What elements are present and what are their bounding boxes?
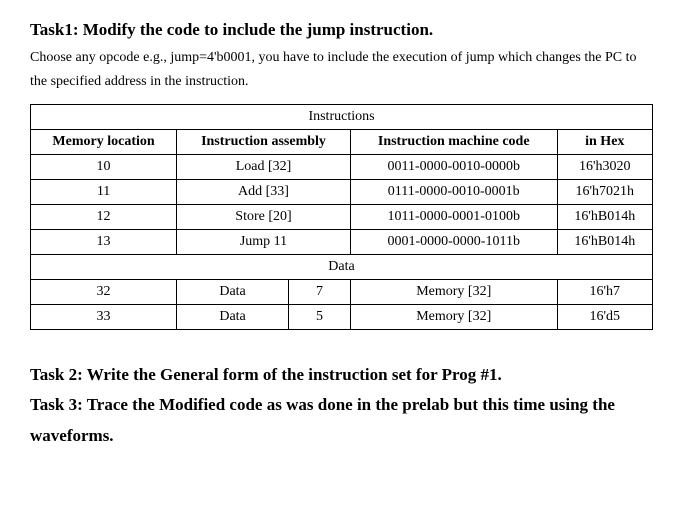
instruction-table: Instructions Memory location Instruction…: [30, 104, 653, 330]
cell-inhex: 16'hB014h: [557, 204, 652, 229]
cell-assembly: Load [32]: [177, 154, 351, 179]
cell-memloc: 11: [31, 179, 177, 204]
cell-value: 5: [289, 304, 351, 329]
cell-value: 7: [289, 279, 351, 304]
cell-memloc: 12: [31, 204, 177, 229]
table-row: 12 Store [20] 1011-0000-0001-0100b 16'hB…: [31, 204, 653, 229]
instructions-section-header: Instructions: [31, 104, 653, 129]
cell-desc: Memory [32]: [350, 304, 557, 329]
header-machinecode: Instruction machine code: [350, 129, 557, 154]
cell-memloc: 32: [31, 279, 177, 304]
task3-heading: Task 3: Trace the Modified code as was d…: [30, 390, 653, 451]
cell-inhex: 16'h7021h: [557, 179, 652, 204]
header-inhex: in Hex: [557, 129, 652, 154]
cell-machinecode: 1011-0000-0001-0100b: [350, 204, 557, 229]
table-row: 32 Data 7 Memory [32] 16'h7: [31, 279, 653, 304]
cell-label: Data: [177, 279, 289, 304]
cell-inhex: 16'h7: [557, 279, 652, 304]
data-section-header: Data: [31, 254, 653, 279]
cell-desc: Memory [32]: [350, 279, 557, 304]
task1-paragraph: Choose any opcode e.g., jump=4'b0001, yo…: [30, 46, 653, 94]
cell-memloc: 33: [31, 304, 177, 329]
cell-memloc: 10: [31, 154, 177, 179]
cell-machinecode: 0011-0000-0010-0000b: [350, 154, 557, 179]
cell-inhex: 16'hB014h: [557, 229, 652, 254]
task2-heading: Task 2: Write the General form of the in…: [30, 360, 653, 391]
cell-machinecode: 0001-0000-0000-1011b: [350, 229, 557, 254]
table-row: 11 Add [33] 0111-0000-0010-0001b 16'h702…: [31, 179, 653, 204]
cell-assembly: Add [33]: [177, 179, 351, 204]
cell-machinecode: 0111-0000-0010-0001b: [350, 179, 557, 204]
table-row: 33 Data 5 Memory [32] 16'd5: [31, 304, 653, 329]
header-assembly: Instruction assembly: [177, 129, 351, 154]
cell-inhex: 16'd5: [557, 304, 652, 329]
cell-assembly: Jump 11: [177, 229, 351, 254]
task1-heading: Task1: Modify the code to include the ju…: [30, 20, 653, 40]
cell-memloc: 13: [31, 229, 177, 254]
cell-label: Data: [177, 304, 289, 329]
cell-assembly: Store [20]: [177, 204, 351, 229]
table-row: 10 Load [32] 0011-0000-0010-0000b 16'h30…: [31, 154, 653, 179]
table-row: 13 Jump 11 0001-0000-0000-1011b 16'hB014…: [31, 229, 653, 254]
cell-inhex: 16'h3020: [557, 154, 652, 179]
header-memloc: Memory location: [31, 129, 177, 154]
